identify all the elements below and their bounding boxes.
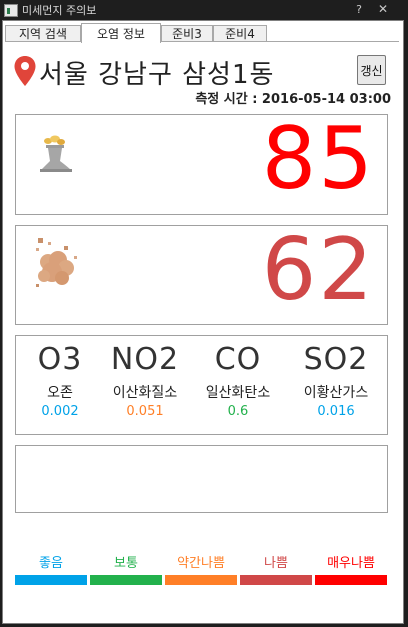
gas-value: 0.016 — [317, 404, 355, 419]
gas-formula: CO — [214, 342, 262, 377]
legend-label: 약간나쁨 — [177, 556, 225, 571]
legend-bad: 나쁨 — [240, 556, 312, 585]
gas-value: 0.002 — [41, 404, 79, 419]
gas-formula: NO2 — [110, 342, 180, 377]
legend-bar — [315, 575, 387, 585]
gas-value: 0.6 — [227, 404, 249, 419]
empty-panel — [15, 445, 388, 513]
measure-time: 측정 시간 : 2016-05-14 03:00 — [195, 92, 391, 107]
legend-bar — [165, 575, 237, 585]
dust-cloud-icon — [36, 238, 77, 287]
smokestack-icon — [40, 135, 72, 172]
gas-value: 0.051 — [126, 404, 164, 419]
location-name: 서울 강남구 삼성1동 — [39, 60, 275, 90]
gas-o3: O3 오존 0.002 — [16, 342, 104, 419]
gas-panel: O3 오존 0.002 NO2 이산화질소 0.051 CO 일산화탄소 0.6… — [15, 335, 388, 435]
legend-label: 매우나쁨 — [327, 556, 375, 571]
legend-bar — [15, 575, 87, 585]
title-bar: 미세먼지 주의보 ? ✕ — [0, 0, 408, 20]
legend-label: 좋음 — [39, 556, 63, 571]
legend-label: 나쁨 — [264, 556, 288, 571]
main-window: 지역 검색 오염 정보 준비3 준비4 서울 강남구 삼성1동 갱신 측정 시간… — [2, 20, 404, 624]
tab-region-search[interactable]: 지역 검색 — [5, 25, 81, 42]
legend-bar — [90, 575, 162, 585]
gas-co: CO 일산화탄소 0.6 — [194, 342, 282, 419]
app-icon — [4, 4, 18, 17]
refresh-button[interactable]: 갱신 — [357, 55, 386, 85]
window-title: 미세먼지 주의보 — [22, 4, 97, 17]
gas-name: 오존 — [47, 385, 73, 401]
gas-no2: NO2 이산화질소 0.051 — [101, 342, 189, 419]
gas-name: 이산화질소 — [112, 385, 178, 401]
pm10-panel: 85 — [15, 109, 388, 215]
help-button[interactable]: ? — [352, 1, 366, 18]
legend-very-bad: 매우나쁨 — [315, 556, 387, 585]
gas-so2: SO2 이황산가스 0.016 — [292, 342, 380, 419]
tab-prep4[interactable]: 준비4 — [213, 25, 267, 42]
gas-formula: SO2 — [303, 342, 369, 377]
tab-prep3[interactable]: 준비3 — [161, 25, 213, 42]
gas-name: 일산화탄소 — [205, 385, 271, 401]
tab-strip: 지역 검색 오염 정보 준비3 준비4 — [5, 23, 401, 43]
pm25-panel: 62 — [15, 220, 388, 325]
legend-bar — [240, 575, 312, 585]
map-pin-icon — [14, 56, 36, 86]
legend-normal: 보통 — [90, 556, 162, 585]
pm10-value: 85 — [261, 109, 375, 209]
legend-good: 좋음 — [15, 556, 87, 585]
close-button[interactable]: ✕ — [376, 1, 390, 18]
legend-label: 보통 — [114, 556, 138, 571]
tab-pollution-info[interactable]: 오염 정보 — [81, 23, 161, 43]
gas-name: 이황산가스 — [303, 385, 369, 401]
legend-slightly-bad: 약간나쁨 — [165, 556, 237, 585]
pm25-value: 62 — [261, 220, 375, 320]
gas-formula: O3 — [37, 342, 83, 377]
